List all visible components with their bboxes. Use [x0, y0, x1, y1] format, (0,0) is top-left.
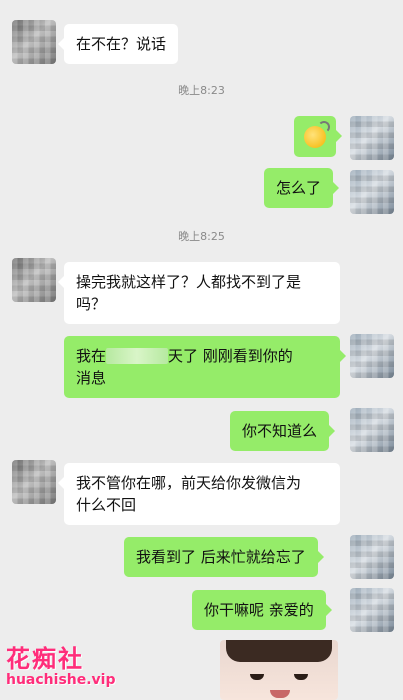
timestamp: 晚上8:25: [178, 230, 225, 243]
message-bubble-outgoing[interactable]: 你不知道么: [230, 411, 336, 451]
contact-avatar[interactable]: [12, 20, 56, 64]
timestamp: 晚上8:23: [178, 84, 225, 97]
message-text: 操完我就这样了？人都找不到了是 吗？: [76, 273, 302, 313]
message-bubble-outgoing[interactable]: [294, 116, 342, 157]
message-text-prefix: 我在: [76, 347, 107, 365]
watermark-title: 花痴社: [6, 645, 84, 673]
message-bubble-incoming[interactable]: 操完我就这样了？人都找不到了是 吗？: [58, 262, 340, 324]
my-avatar[interactable]: [350, 535, 394, 579]
my-avatar[interactable]: [350, 588, 394, 632]
message-text: 你不知道么: [242, 422, 318, 440]
message-bubble-outgoing[interactable]: 我在 天了 刚刚看到你的 消息: [64, 336, 346, 398]
message-bubble-incoming[interactable]: 我不管你在哪，前天给你发微信为 什么不回: [58, 463, 340, 525]
contact-avatar[interactable]: [12, 460, 56, 504]
watermark-url: huachishe.vip: [6, 672, 116, 688]
photo-thumbnail[interactable]: [220, 640, 338, 700]
message-bubble-outgoing[interactable]: 我看到了 后来忙就给忘了: [124, 537, 324, 577]
photo-hair: [226, 640, 332, 662]
chat-area: 在不在？说话 晚上8:23 怎么了 晚上8:25 操完我就这样了？人都找不到了是…: [0, 0, 403, 700]
message-bubble-incoming[interactable]: 在不在？说话: [57, 24, 179, 64]
message-text: 你干嘛呢 亲爱的: [204, 601, 314, 619]
photo-mouth: [270, 690, 290, 698]
my-avatar[interactable]: [350, 334, 394, 378]
message-text: 怎么了: [276, 179, 322, 197]
my-avatar[interactable]: [350, 170, 394, 214]
message-bubble-outgoing[interactable]: 怎么了: [264, 168, 340, 208]
message-text: 我看到了 后来忙就给忘了: [136, 548, 306, 566]
message-text: 在不在？说话: [76, 35, 167, 53]
contact-avatar[interactable]: [12, 258, 56, 302]
my-avatar[interactable]: [350, 116, 394, 160]
message-text: 我不管你在哪，前天给你发微信为 什么不回: [76, 474, 302, 514]
confused-face-emoji-icon: [304, 120, 330, 148]
redacted-text: [106, 348, 169, 364]
message-bubble-outgoing[interactable]: 你干嘛呢 亲爱的: [192, 590, 332, 630]
photo-eye: [250, 674, 264, 680]
photo-eye: [294, 674, 308, 680]
my-avatar[interactable]: [350, 408, 394, 452]
watermark: 花痴社 huachishe.vip: [6, 646, 116, 688]
